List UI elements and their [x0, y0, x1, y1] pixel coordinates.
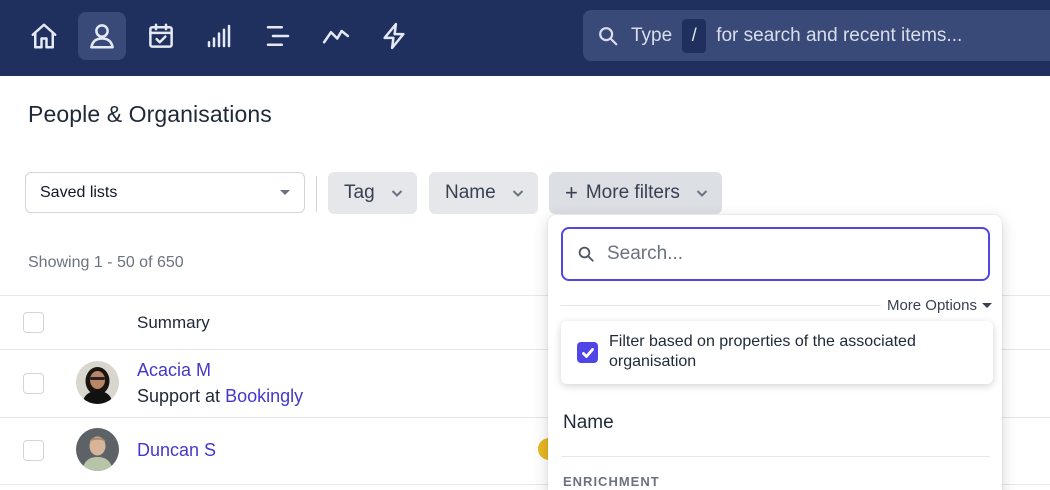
- option-divider: [561, 456, 990, 457]
- name-filter-label: Name: [445, 182, 496, 203]
- person-icon: [90, 24, 114, 49]
- nav-trends[interactable]: [312, 12, 360, 60]
- caret-down-icon: [280, 190, 290, 195]
- bar-signal-icon: [207, 24, 231, 48]
- top-navigation: Type / for search and recent items...: [0, 0, 1050, 76]
- nav-calendar[interactable]: [137, 12, 185, 60]
- associated-organisation-label[interactable]: Filter based on properties of the associ…: [609, 332, 979, 372]
- global-search-prefix: Type: [631, 24, 673, 46]
- name-filter-button[interactable]: Name: [429, 172, 538, 214]
- chevron-down-icon: [696, 190, 708, 197]
- more-filters-dropdown: More Options Filter based on properties …: [548, 215, 1002, 490]
- filter-option-name[interactable]: Name: [563, 412, 614, 434]
- associated-organisation-option: Filter based on properties of the associ…: [561, 321, 993, 384]
- calendar-check-icon: [149, 23, 173, 48]
- lightning-icon: [383, 22, 405, 50]
- checkmark-icon: [581, 347, 594, 358]
- saved-lists-label: Saved lists: [40, 183, 118, 201]
- filter-search-box[interactable]: [561, 227, 990, 281]
- nav-reports[interactable]: [195, 12, 243, 60]
- saved-lists-select[interactable]: Saved lists: [25, 172, 305, 213]
- person-name-link[interactable]: Duncan S: [137, 440, 216, 461]
- column-header-summary[interactable]: Summary: [137, 313, 210, 333]
- person-role: Support at Bookingly: [137, 386, 303, 407]
- list-icon: [266, 26, 290, 46]
- nav-automation[interactable]: [370, 12, 418, 60]
- more-filters-button[interactable]: + More filters: [549, 172, 722, 214]
- caret-down-icon: [982, 303, 992, 308]
- row-checkbox[interactable]: [23, 440, 44, 461]
- select-all-checkbox[interactable]: [23, 312, 44, 333]
- nav-lists[interactable]: [254, 12, 302, 60]
- avatar: [76, 361, 119, 404]
- filter-divider: [316, 176, 317, 212]
- chevron-down-icon: [391, 190, 402, 197]
- global-search[interactable]: Type / for search and recent items...: [583, 10, 1050, 61]
- trend-line-icon: [322, 29, 350, 44]
- global-search-hint: for search and recent items...: [716, 24, 963, 46]
- home-icon: [31, 23, 57, 49]
- page-title: People & Organisations: [28, 101, 272, 127]
- organisation-link[interactable]: Bookingly: [225, 386, 303, 406]
- tag-filter-label: Tag: [344, 182, 375, 203]
- nav-people[interactable]: [78, 12, 126, 60]
- avatar: [76, 428, 119, 471]
- person-name-link[interactable]: Acacia M: [137, 360, 211, 381]
- search-icon: [599, 26, 618, 45]
- more-options-label: More Options: [886, 297, 977, 314]
- plus-icon: +: [565, 180, 578, 205]
- more-filters-label: More filters: [585, 182, 680, 203]
- row-checkbox[interactable]: [23, 373, 44, 394]
- more-options-toggle[interactable]: More Options: [880, 297, 992, 314]
- tag-filter-button[interactable]: Tag: [328, 172, 417, 214]
- nav-home[interactable]: [20, 12, 68, 60]
- section-label-enrichment: ENRICHMENT: [563, 474, 660, 489]
- results-count: Showing 1 - 50 of 650: [28, 254, 184, 271]
- search-icon: [578, 246, 594, 262]
- chevron-down-icon: [512, 190, 523, 197]
- filter-search-input[interactable]: [607, 243, 967, 265]
- associated-organisation-checkbox[interactable]: [577, 342, 598, 363]
- person-role-text: Support at: [137, 386, 221, 406]
- search-shortcut-key: /: [682, 18, 707, 53]
